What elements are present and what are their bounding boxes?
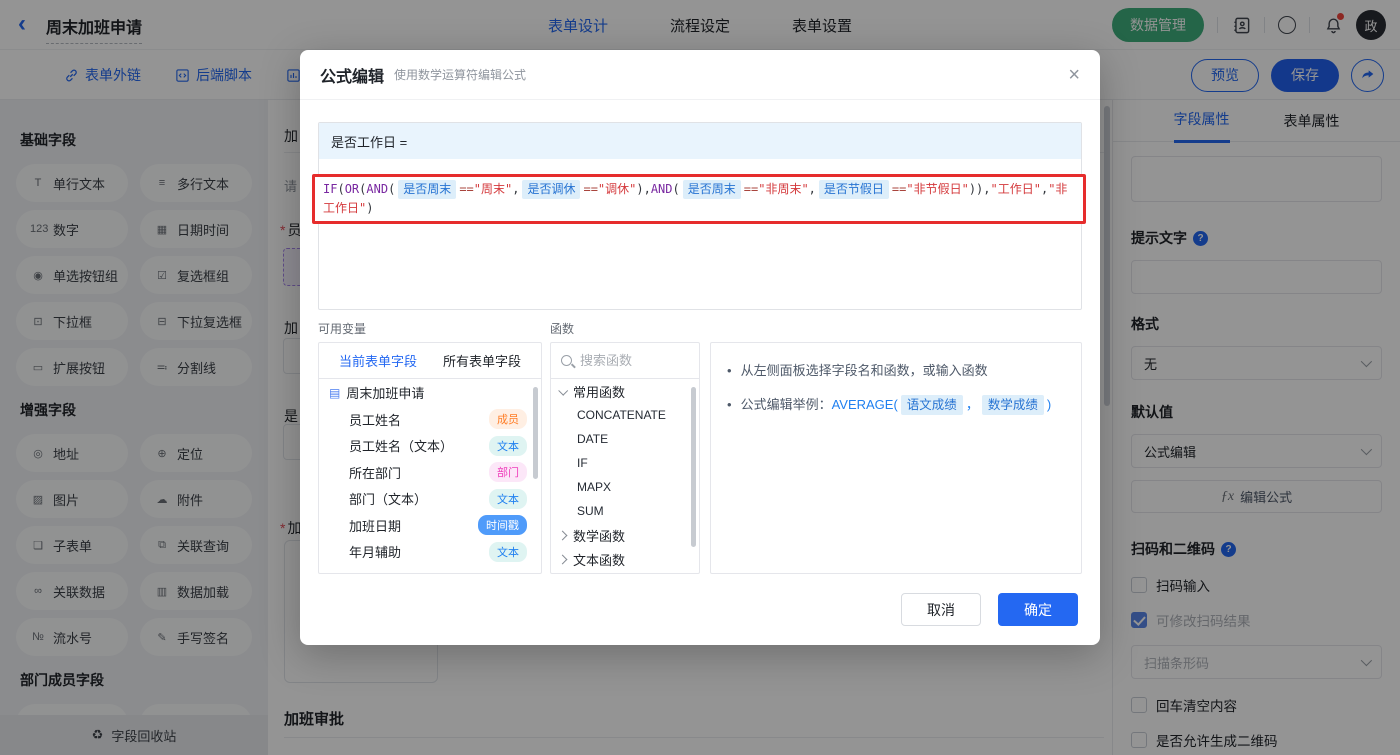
formula-token: AND bbox=[366, 182, 388, 196]
functions-panel: 常用函数 CONCATENATEDATEIFMAPXSUM 数学函数文本函数 bbox=[550, 342, 700, 574]
field-chip: 数学成绩 bbox=[982, 395, 1044, 415]
function-group-常用函数[interactable]: 常用函数 bbox=[551, 379, 699, 403]
chevron-down-icon bbox=[558, 385, 568, 395]
formula-edit-modal: 公式编辑 使用数学运算符编辑公式 × 是否工作日 = IF(OR(AND(是否周… bbox=[300, 50, 1100, 645]
variables-panel: 当前表单字段 所有表单字段 ▤ 周末加班申请 员工姓名成员员工姓名（文本）文本所… bbox=[318, 342, 542, 574]
formula-token: IF bbox=[323, 182, 337, 196]
formula-code: IF(OR(AND(是否周末=="周末",是否调休=="调休"),AND(是否周… bbox=[323, 180, 1075, 218]
formula-field-chip[interactable]: 是否调休 bbox=[522, 180, 580, 199]
example-label: 公式编辑举例： bbox=[741, 397, 832, 412]
example-comma: ， bbox=[966, 397, 979, 412]
function-list: 常用函数 CONCATENATEDATEIFMAPXSUM 数学函数文本函数 bbox=[551, 379, 699, 571]
variable-type-badge: 文本 bbox=[489, 436, 527, 456]
variable-name: 年月辅助 bbox=[349, 542, 489, 561]
example-close: ) bbox=[1047, 397, 1051, 412]
variable-row[interactable]: 所在部门部门 bbox=[319, 459, 541, 486]
cancel-button[interactable]: 取消 bbox=[901, 593, 981, 626]
variable-type-badge: 成员 bbox=[489, 409, 527, 429]
formula-field-chip[interactable]: 是否节假日 bbox=[819, 180, 889, 199]
chevron-right-icon bbox=[558, 554, 568, 564]
variable-row[interactable]: 加班日期时间戳 bbox=[319, 512, 541, 539]
formula-token: == bbox=[744, 182, 758, 196]
modal-header: 公式编辑 使用数学运算符编辑公式 × bbox=[300, 50, 1100, 100]
modal-title: 公式编辑 bbox=[320, 63, 384, 87]
function-item-SUM[interactable]: SUM bbox=[551, 499, 699, 523]
functions-scrollbar[interactable] bbox=[691, 387, 696, 547]
variable-type-badge: 部门 bbox=[489, 462, 527, 482]
field-chip: 语文成绩 bbox=[901, 395, 963, 415]
help-line-2: • 公式编辑举例：AVERAGE(语文成绩，数学成绩) bbox=[727, 395, 1065, 415]
variables-label: 可用变量 bbox=[318, 320, 366, 337]
variable-type-badge: 文本 bbox=[489, 489, 527, 509]
functions-label: 函数 bbox=[550, 320, 574, 337]
form-doc-icon: ▤ bbox=[329, 386, 340, 400]
formula-field-chip[interactable]: 是否周末 bbox=[683, 180, 741, 199]
function-group-label: 常用函数 bbox=[573, 382, 625, 401]
formula-error-highlight[interactable]: IF(OR(AND(是否周末=="周末",是否调休=="调休"),AND(是否周… bbox=[312, 174, 1086, 224]
formula-token: "非节假日" bbox=[906, 182, 968, 196]
function-item-CONCATENATE[interactable]: CONCATENATE bbox=[551, 403, 699, 427]
formula-token: , bbox=[512, 182, 519, 196]
function-group-label: 数学函数 bbox=[573, 526, 625, 545]
tab-all-form-fields[interactable]: 所有表单字段 bbox=[443, 351, 521, 370]
variables-scrollbar[interactable] bbox=[533, 387, 538, 479]
variable-name: 加班日期 bbox=[349, 516, 478, 535]
variable-type-badge: 文本 bbox=[489, 542, 527, 562]
variable-name: 部门（文本） bbox=[349, 489, 489, 508]
variable-name: 员工姓名 bbox=[349, 410, 489, 429]
function-item-DATE[interactable]: DATE bbox=[551, 427, 699, 451]
function-group-label: 文本函数 bbox=[573, 550, 625, 569]
formula-token: "调休" bbox=[598, 182, 636, 196]
variable-name: 员工姓名（文本） bbox=[349, 436, 489, 455]
variable-name: 所在部门 bbox=[349, 463, 489, 482]
variable-root-label: 周末加班申请 bbox=[346, 383, 424, 402]
formula-token: OR bbox=[345, 182, 359, 196]
function-search[interactable] bbox=[551, 343, 699, 379]
function-search-input[interactable] bbox=[580, 353, 680, 368]
formula-token: "工作日" bbox=[991, 182, 1041, 196]
variable-row[interactable]: 年月辅助文本 bbox=[319, 539, 541, 566]
help-line-1: • 从左侧面板选择字段名和函数，或输入函数 bbox=[727, 361, 1065, 381]
function-item-IF[interactable]: IF bbox=[551, 451, 699, 475]
bullet: • bbox=[727, 395, 732, 415]
formula-token: == bbox=[583, 182, 597, 196]
formula-token: "非周末" bbox=[758, 182, 808, 196]
confirm-button[interactable]: 确定 bbox=[998, 593, 1078, 626]
variable-tree-root[interactable]: ▤ 周末加班申请 bbox=[319, 379, 541, 406]
variable-row[interactable]: 员工姓名（文本）文本 bbox=[319, 433, 541, 460]
formula-help-panel: • 从左侧面板选择字段名和函数，或输入函数 • 公式编辑举例：AVERAGE(语… bbox=[710, 342, 1082, 574]
bullet: • bbox=[727, 361, 732, 381]
function-group-数学函数[interactable]: 数学函数 bbox=[551, 523, 699, 547]
formula-token: AND bbox=[651, 182, 673, 196]
formula-token: )), bbox=[969, 182, 991, 196]
formula-token: "周末" bbox=[474, 182, 512, 196]
modal-subtitle: 使用数学运算符编辑公式 bbox=[394, 66, 526, 83]
formula-token: ( bbox=[337, 182, 344, 196]
formula-field-chip[interactable]: 是否周末 bbox=[398, 180, 456, 199]
variable-row[interactable]: 员工姓名成员 bbox=[319, 406, 541, 433]
variable-type-badge: 时间戳 bbox=[478, 515, 527, 535]
formula-target-field: 是否工作日 = bbox=[319, 123, 1081, 159]
formula-token: == bbox=[459, 182, 473, 196]
formula-token: == bbox=[892, 182, 906, 196]
formula-token: , bbox=[809, 182, 816, 196]
close-icon[interactable]: × bbox=[1068, 65, 1080, 85]
formula-token: ) bbox=[366, 201, 373, 215]
chevron-right-icon bbox=[558, 530, 568, 540]
function-item-MAPX[interactable]: MAPX bbox=[551, 475, 699, 499]
function-group-文本函数[interactable]: 文本函数 bbox=[551, 547, 699, 571]
formula-token: ), bbox=[636, 182, 650, 196]
variable-list: 员工姓名成员员工姓名（文本）文本所在部门部门部门（文本）文本加班日期时间戳年月辅… bbox=[319, 406, 541, 565]
tab-current-form-fields[interactable]: 当前表单字段 bbox=[339, 351, 417, 370]
formula-token: ( bbox=[673, 182, 680, 196]
variables-tabs: 当前表单字段 所有表单字段 bbox=[319, 343, 541, 379]
formula-token: ( bbox=[388, 182, 395, 196]
variable-row[interactable]: 部门（文本）文本 bbox=[319, 486, 541, 513]
example-fn: AVERAGE( bbox=[832, 397, 898, 412]
search-icon bbox=[561, 355, 572, 366]
